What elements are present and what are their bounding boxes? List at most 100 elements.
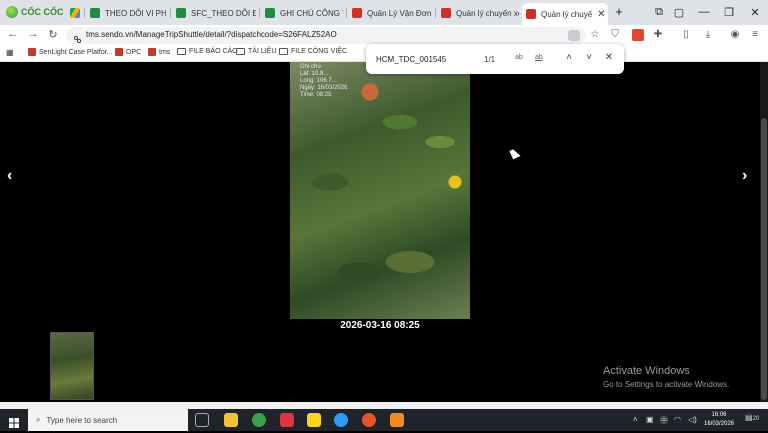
page-bottom-strip [0, 402, 768, 409]
find-input[interactable]: HCM_TDC_001545 [376, 55, 446, 64]
delivery-photo: Ghi chú Lat: 10.8... Long: 106.7... Ngày… [290, 62, 470, 319]
extension-sendo-icon[interactable] [632, 29, 644, 41]
tab-label: Quản lý chuyến xe [456, 8, 519, 18]
folder-icon [279, 48, 288, 55]
split-view-icon[interactable]: ▯ [680, 29, 692, 41]
find-next-icon[interactable]: ˅ [583, 52, 595, 63]
tab-ghi-chu-cong-viec[interactable]: GHI CHÚ CÔNG VIỆ [261, 3, 343, 23]
tab-sfc-theo-doi[interactable]: SFC_THEO DÕI ĐỐI [172, 3, 256, 23]
tab-strip: CỐC CỐC THEO DÕI VI PHẠM SFC_THEO DÕI ĐỐ… [0, 0, 768, 25]
toolbar: ← → ↻ tms.sendo.vn/ManageTripShuttle/det… [0, 25, 768, 45]
minimize-button[interactable]: — [697, 6, 711, 18]
tab-theo-doi-vi-pham[interactable]: THEO DÕI VI PHẠM [86, 3, 166, 23]
input-method-icon[interactable]: ㊥ [660, 415, 668, 426]
photo-stamp-line: Ghi chú [300, 64, 321, 70]
volume-icon[interactable]: ◁) [688, 415, 697, 424]
bookmark-file-bao-cao[interactable]: FILE BÁO CÁO [177, 48, 238, 55]
photo-stamp-line: Ngày: 16/03/2026 [300, 85, 348, 91]
network-icon[interactable]: ◠ [674, 415, 681, 424]
tab-separator [259, 8, 260, 18]
find-close-icon[interactable]: ✕ [603, 52, 615, 63]
whole-word-toggle[interactable]: ab [535, 54, 543, 61]
maximize-button[interactable]: ❐ [722, 6, 736, 19]
activate-windows-watermark: Activate Windows Go to Settings to activ… [603, 365, 729, 389]
photo-timestamp: 2026-03-16 08:25 [340, 320, 420, 331]
tab-google-drive[interactable] [66, 3, 82, 23]
zalo-icon[interactable] [334, 413, 348, 427]
tab-quan-ly-chuyen-active[interactable]: Quản lý chuyế ✕ [522, 3, 608, 25]
sendo-icon [526, 9, 536, 19]
tray-app-icon[interactable]: ▣ [646, 415, 654, 424]
notifications-button[interactable]: ▤20 [745, 413, 759, 422]
url-text: tms.sendo.vn/ManageTripShuttle/detail/?d… [86, 30, 337, 39]
tab-label: THEO DÕI VI PHẠM [105, 8, 166, 18]
address-bar[interactable]: tms.sendo.vn/ManageTripShuttle/detail/?d… [66, 27, 586, 44]
app-orange-icon[interactable] [390, 413, 404, 427]
tab-label: SFC_THEO DÕI ĐỐI [191, 8, 256, 18]
coccoc-logo-icon [6, 6, 18, 18]
find-previous-icon[interactable]: ˄ [563, 52, 575, 63]
prev-image-button[interactable]: ‹ [7, 167, 12, 185]
bookmark-star-icon[interactable]: ☆ [589, 29, 601, 41]
tab-label: GHI CHÚ CÔNG VIỆ [280, 8, 343, 18]
coccoc-taskbar-icon[interactable] [252, 413, 266, 427]
tab-close-icon[interactable]: ✕ [597, 9, 605, 20]
match-case-toggle[interactable]: ab [515, 54, 523, 61]
forward-button[interactable]: → [26, 28, 40, 40]
bookmark-tms[interactable]: tms [148, 48, 170, 56]
download-icon[interactable]: ⤓ [702, 29, 714, 41]
tab-separator [346, 8, 347, 18]
bookmark-label: SenLight Case Platfor... [39, 48, 113, 56]
taskbar-search-box[interactable]: ⌕ Type here to search [28, 409, 188, 431]
tray-chevron-icon[interactable]: ˄ [633, 415, 638, 424]
task-view-icon[interactable] [195, 413, 209, 427]
page-translate-icon[interactable] [568, 30, 580, 41]
sheets-icon [90, 8, 100, 18]
close-window-button[interactable]: ✕ [748, 6, 762, 19]
side-panel-icon[interactable]: ▢ [672, 6, 686, 19]
bookmark-senlight[interactable]: SenLight Case Platfor... [28, 48, 113, 56]
find-count: 1/1 [484, 55, 496, 64]
bookmark-label: FILE BÁO CÁO [189, 48, 238, 55]
back-button[interactable]: ← [6, 28, 20, 40]
chrome-like-icon[interactable] [362, 413, 376, 427]
shield-icon[interactable]: ⛉ [609, 29, 621, 41]
bookmark-file-cong-viec[interactable]: FILE CÔNG VIỆC [279, 48, 347, 55]
tab-quan-ly-van-don[interactable]: Quản Lý Vận Đơn C [348, 3, 432, 23]
bookmark-opc[interactable]: OPC [115, 48, 141, 56]
notification-icon: ▤ [745, 413, 753, 422]
new-tab-button[interactable]: + [612, 4, 626, 19]
apps-grid-icon[interactable]: ▦ [6, 48, 14, 57]
photo-thumbnail[interactable] [50, 332, 94, 400]
extensions-puzzle-icon[interactable]: ✚ [652, 29, 664, 41]
reload-button[interactable]: ↻ [46, 28, 60, 41]
wps-office-icon[interactable] [280, 413, 294, 427]
profile-avatar-icon[interactable]: ◉ [729, 29, 741, 41]
activation-subtitle: Go to Settings to activate Windows. [603, 380, 730, 389]
notification-count: 20 [752, 416, 760, 422]
tab-separator [170, 8, 171, 18]
scrollbar-thumb[interactable] [761, 118, 767, 400]
tab-search-icon[interactable]: ⧉ [652, 6, 666, 19]
google-drive-icon [70, 8, 80, 18]
file-explorer-icon[interactable] [224, 413, 238, 427]
sticky-notes-icon[interactable] [307, 413, 321, 427]
mouse-cursor-icon [509, 147, 521, 160]
photo-stamp-line: Lat: 10.8... [300, 71, 329, 77]
windows-start-icon[interactable] [9, 415, 19, 428]
tab-separator [84, 8, 85, 18]
tab-quan-ly-chuyen-xe[interactable]: Quản lý chuyến xe [437, 3, 519, 23]
coccoc-logo[interactable]: CỐC CỐC [6, 5, 64, 19]
search-icon: ⌕ [36, 415, 41, 424]
taskbar-clock[interactable]: 16:06 16/03/2026 [700, 411, 738, 429]
menu-icon[interactable]: ≡ [749, 29, 761, 41]
clock-time: 16:06 [711, 412, 727, 418]
sheets-icon [265, 8, 275, 18]
bookmark-tai-lieu[interactable]: TÀI LIỆU [236, 48, 276, 55]
next-image-button[interactable]: › [742, 167, 747, 185]
site-info-icon[interactable] [73, 31, 82, 44]
tab-label: Quản lý chuyế [541, 9, 593, 19]
find-bar: HCM_TDC_001545 1/1 ab ab ˄ ˅ ✕ [366, 44, 624, 74]
tab-label: Quản Lý Vận Đơn C [367, 8, 432, 18]
tab-separator [435, 8, 436, 18]
